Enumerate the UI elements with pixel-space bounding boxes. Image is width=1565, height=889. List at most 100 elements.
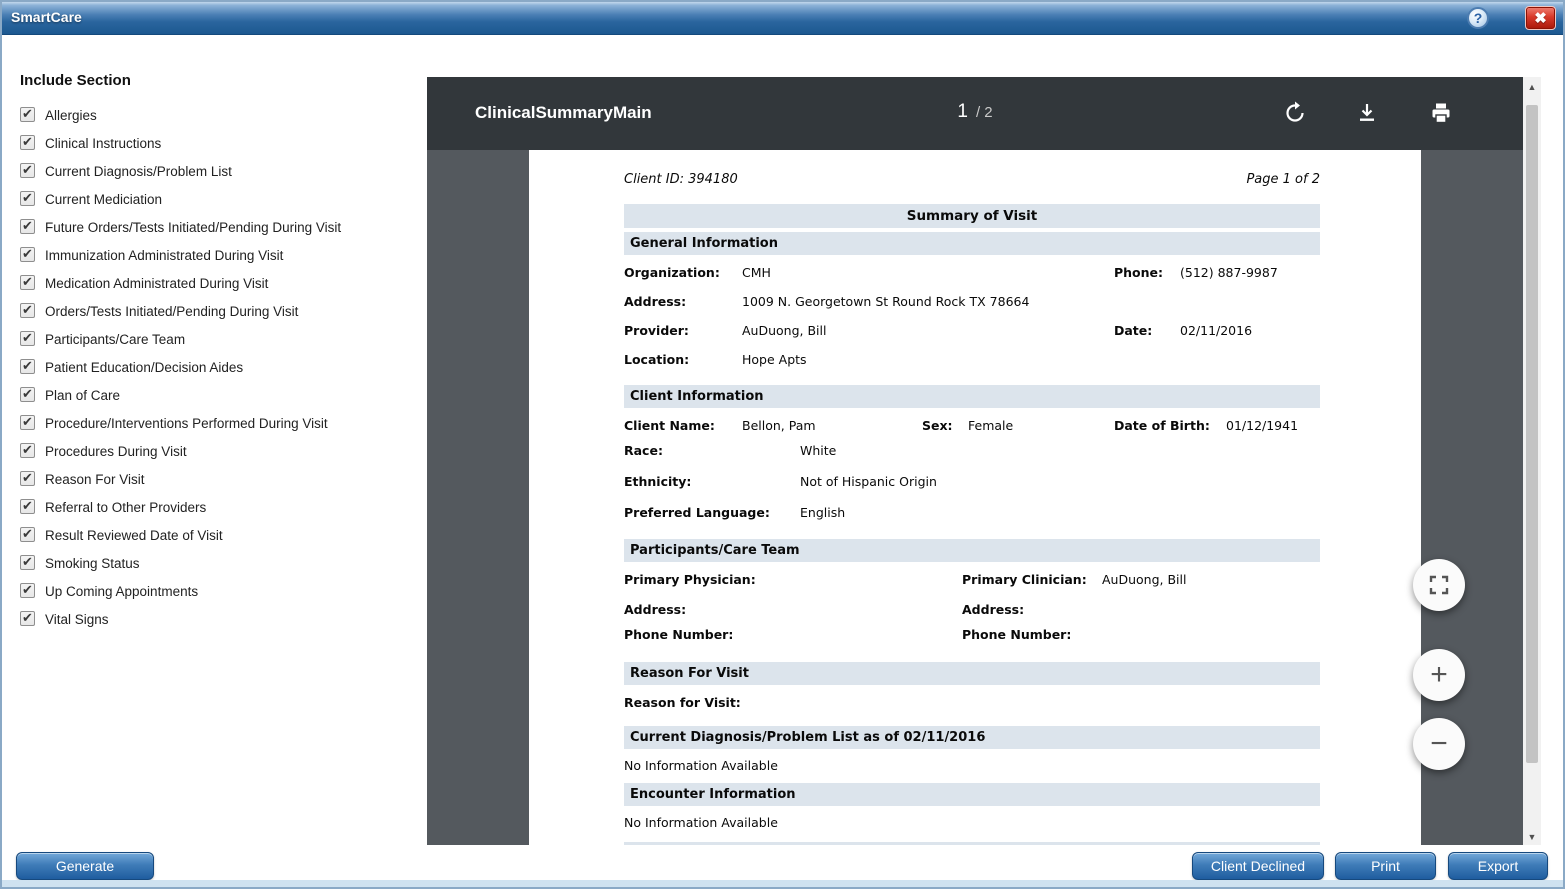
checkbox-checked[interactable]	[20, 191, 35, 206]
general-info-header: General Information	[624, 232, 1320, 255]
title-bar: SmartCare ? ✖	[2, 2, 1563, 35]
field-label: Preferred Language:	[624, 505, 770, 520]
checkbox-item-patient-education: Patient Education/Decision Aides	[20, 357, 418, 378]
generate-button[interactable]: Generate	[16, 852, 154, 880]
general-row-address: Address: 1009 N. Georgetown St Round Roc…	[624, 294, 1320, 313]
checkbox-checked[interactable]	[20, 275, 35, 290]
checkbox-item-smoking-status: Smoking Status	[20, 553, 418, 574]
client-row-language: Preferred Language: English	[624, 505, 1320, 524]
field-label: Provider:	[624, 323, 689, 338]
checkbox-label: Future Orders/Tests Initiated/Pending Du…	[45, 220, 341, 235]
scroll-up-icon[interactable]: ▲	[1523, 79, 1541, 95]
zoom-out-button[interactable]: −	[1413, 718, 1465, 770]
checkbox-label: Participants/Care Team	[45, 332, 185, 347]
field-value: 01/12/1941	[1226, 418, 1298, 433]
checkbox-checked[interactable]	[20, 303, 35, 318]
checkbox-checked[interactable]	[20, 163, 35, 178]
checkbox-label: Vital Signs	[45, 612, 109, 627]
checkbox-checked[interactable]	[20, 387, 35, 402]
checkbox-checked[interactable]	[20, 107, 35, 122]
checkbox-checked[interactable]	[20, 583, 35, 598]
field-label: Phone Number:	[962, 627, 1071, 642]
zoom-in-icon: +	[1430, 658, 1448, 692]
field-label: Location:	[624, 352, 689, 367]
document-page: Client ID: 394180 Page 1 of 2 Summary of…	[529, 150, 1421, 847]
checkbox-item-vital-signs: Vital Signs	[20, 609, 418, 630]
checkbox-item-immunization: Immunization Administrated During Visit	[20, 245, 418, 266]
checkbox-checked[interactable]	[20, 247, 35, 262]
pdf-toolbar: ClinicalSummaryMain 1/ 2	[427, 77, 1523, 150]
checkbox-label: Procedure/Interventions Performed During…	[45, 416, 328, 431]
client-info-header: Client Information	[624, 385, 1320, 408]
checkbox-item-clinical-instructions: Clinical Instructions	[20, 133, 418, 154]
checkbox-item-participants: Participants/Care Team	[20, 329, 418, 350]
checkbox-item-future-orders: Future Orders/Tests Initiated/Pending Du…	[20, 217, 418, 238]
field-value: AuDuong, Bill	[742, 323, 826, 338]
field-value: CMH	[742, 265, 771, 280]
checkbox-checked[interactable]	[20, 443, 35, 458]
footer-bar: Generate Client Declined Print Export	[2, 845, 1563, 887]
scrollbar-thumb[interactable]	[1526, 105, 1538, 763]
checkbox-checked[interactable]	[20, 331, 35, 346]
zoom-out-icon: −	[1430, 727, 1448, 761]
field-value: 02/11/2016	[1180, 323, 1252, 338]
help-icon[interactable]: ?	[1467, 7, 1489, 29]
checkbox-label: Referral to Other Providers	[45, 500, 206, 515]
field-value: Female	[968, 418, 1013, 433]
field-label: Date of Birth:	[1114, 418, 1210, 433]
field-label: Phone:	[1114, 265, 1163, 280]
checkbox-label: Clinical Instructions	[45, 136, 161, 151]
field-value: White	[800, 443, 836, 458]
checkbox-label: Allergies	[45, 108, 97, 123]
field-label: Primary Physician:	[624, 572, 756, 587]
fit-to-page-button[interactable]	[1413, 559, 1465, 611]
checkbox-label: Immunization Administrated During Visit	[45, 248, 283, 263]
checkbox-label: Current Mediciation	[45, 192, 162, 207]
checkbox-checked[interactable]	[20, 219, 35, 234]
client-declined-button[interactable]: Client Declined	[1192, 852, 1324, 880]
window-title: SmartCare	[11, 9, 82, 25]
checkbox-checked[interactable]	[20, 611, 35, 626]
checkbox-label: Patient Education/Decision Aides	[45, 360, 243, 375]
checkbox-checked[interactable]	[20, 471, 35, 486]
export-button[interactable]: Export	[1448, 852, 1548, 880]
field-value: Not of Hispanic Origin	[800, 474, 937, 489]
field-value: AuDuong, Bill	[1102, 572, 1186, 587]
download-icon[interactable]	[1355, 101, 1379, 125]
print-icon[interactable]	[1429, 101, 1453, 125]
checkbox-checked[interactable]	[20, 359, 35, 374]
checkbox-checked[interactable]	[20, 415, 35, 430]
summary-title-band: Summary of Visit	[624, 204, 1320, 228]
field-label: Organization:	[624, 265, 720, 280]
pdf-viewer: ClinicalSummaryMain 1/ 2	[427, 77, 1523, 847]
smartcare-dialog: SmartCare ? ✖ Include Section Allergies …	[0, 0, 1565, 889]
checkbox-item-medication-administrated: Medication Administrated During Visit	[20, 273, 418, 294]
checkbox-checked[interactable]	[20, 527, 35, 542]
field-label: Sex:	[922, 418, 953, 433]
checkbox-checked[interactable]	[20, 135, 35, 150]
checkbox-item-orders-tests: Orders/Tests Initiated/Pending During Vi…	[20, 301, 418, 322]
care-team-row-phone: Phone Number: Phone Number:	[624, 627, 1320, 646]
checkbox-checked[interactable]	[20, 555, 35, 570]
zoom-in-button[interactable]: +	[1413, 649, 1465, 701]
viewer-scrollbar[interactable]: ▲ ▼	[1523, 77, 1541, 847]
checkbox-label: Up Coming Appointments	[45, 584, 198, 599]
checkbox-label: Procedures During Visit	[45, 444, 187, 459]
field-value: English	[800, 505, 845, 520]
document-content: Client ID: 394180 Page 1 of 2 Summary of…	[624, 172, 1320, 847]
field-label: Address:	[624, 602, 686, 617]
checkbox-checked[interactable]	[20, 499, 35, 514]
scroll-down-icon[interactable]: ▼	[1523, 829, 1541, 845]
checkbox-label: Plan of Care	[45, 388, 120, 403]
field-label: Address:	[624, 294, 686, 309]
print-button[interactable]: Print	[1335, 852, 1436, 880]
care-team-row-address: Address: Address:	[624, 602, 1320, 621]
field-value: Hope Apts	[742, 352, 807, 367]
close-icon[interactable]: ✖	[1525, 6, 1556, 30]
field-label: Primary Clinician:	[962, 572, 1087, 587]
general-row-location: Location: Hope Apts	[624, 352, 1320, 371]
client-id-text: Client ID: 394180	[624, 172, 738, 187]
rotate-icon[interactable]	[1283, 101, 1307, 125]
checkbox-item-allergies: Allergies	[20, 105, 418, 126]
field-label: Race:	[624, 443, 663, 458]
